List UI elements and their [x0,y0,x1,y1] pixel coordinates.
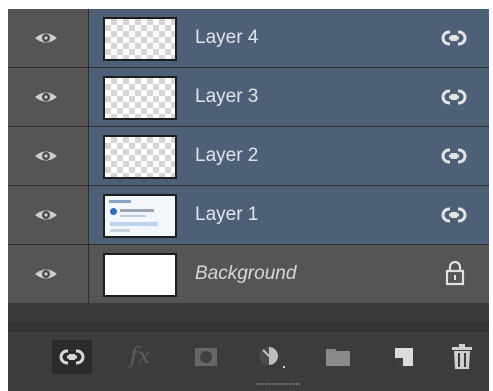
trash-icon [452,344,472,369]
eye-icon [35,92,57,102]
layer-row-1[interactable]: Layer 1 [8,186,489,245]
new-layer-button[interactable] [384,340,424,374]
link-icon [441,30,467,46]
layer-content[interactable]: Layer 2 [89,127,489,185]
eye-icon [35,210,57,220]
layer-thumbnail [103,135,177,179]
link-layers-button[interactable] [52,340,92,374]
eye-icon [35,151,57,161]
layer-name[interactable]: Background [195,263,296,285]
link-icon [441,148,467,164]
adjustment-layer-button[interactable] [252,340,292,374]
layer-name[interactable]: Layer 4 [195,27,258,49]
eye-icon [35,269,57,279]
link-layers-icon [59,349,85,365]
layer-name[interactable]: Layer 3 [195,86,258,108]
layer-thumbnail [103,253,177,297]
visibility-toggle[interactable] [8,68,89,126]
layer-content[interactable]: Background [89,245,489,303]
fx-icon: fx [129,344,151,369]
layer-thumbnail [103,76,177,120]
layer-row-2[interactable]: Layer 2 [8,127,489,186]
lock-icon[interactable] [445,260,465,286]
link-icon [441,89,467,105]
layer-thumbnail [103,17,177,61]
layer-content[interactable]: Layer 1 [89,186,489,244]
visibility-toggle[interactable] [8,186,89,244]
new-group-button[interactable] [318,340,358,374]
layer-thumbnail [103,194,177,238]
adjustment-layer-icon [260,347,285,368]
layer-name[interactable]: Layer 2 [195,145,258,167]
visibility-toggle[interactable] [8,245,89,303]
eye-icon [35,33,57,43]
new-group-folder-icon [326,349,350,366]
new-layer-icon [395,348,413,366]
link-icon [441,207,467,223]
layer-content[interactable]: Layer 4 [89,9,489,67]
layer-row-background[interactable]: Background [8,245,489,304]
layer-name[interactable]: Layer 1 [195,204,258,226]
layer-style-fx-button[interactable]: fx [120,340,160,374]
layer-content[interactable]: Layer 3 [89,68,489,126]
layers-footer-toolbar: fx [8,322,489,391]
visibility-toggle[interactable] [8,127,89,185]
visibility-toggle[interactable] [8,9,89,67]
delete-layer-button[interactable] [442,340,482,374]
layers-panel: Layer 4 Layer 3 Layer 2 Layer 1 Backgrou… [8,9,489,391]
add-mask-icon [195,348,217,366]
layer-row-4[interactable]: Layer 4 [8,9,489,68]
layer-row-3[interactable]: Layer 3 [8,68,489,127]
add-mask-button[interactable] [186,340,226,374]
panel-resize-grip[interactable] [256,382,300,386]
